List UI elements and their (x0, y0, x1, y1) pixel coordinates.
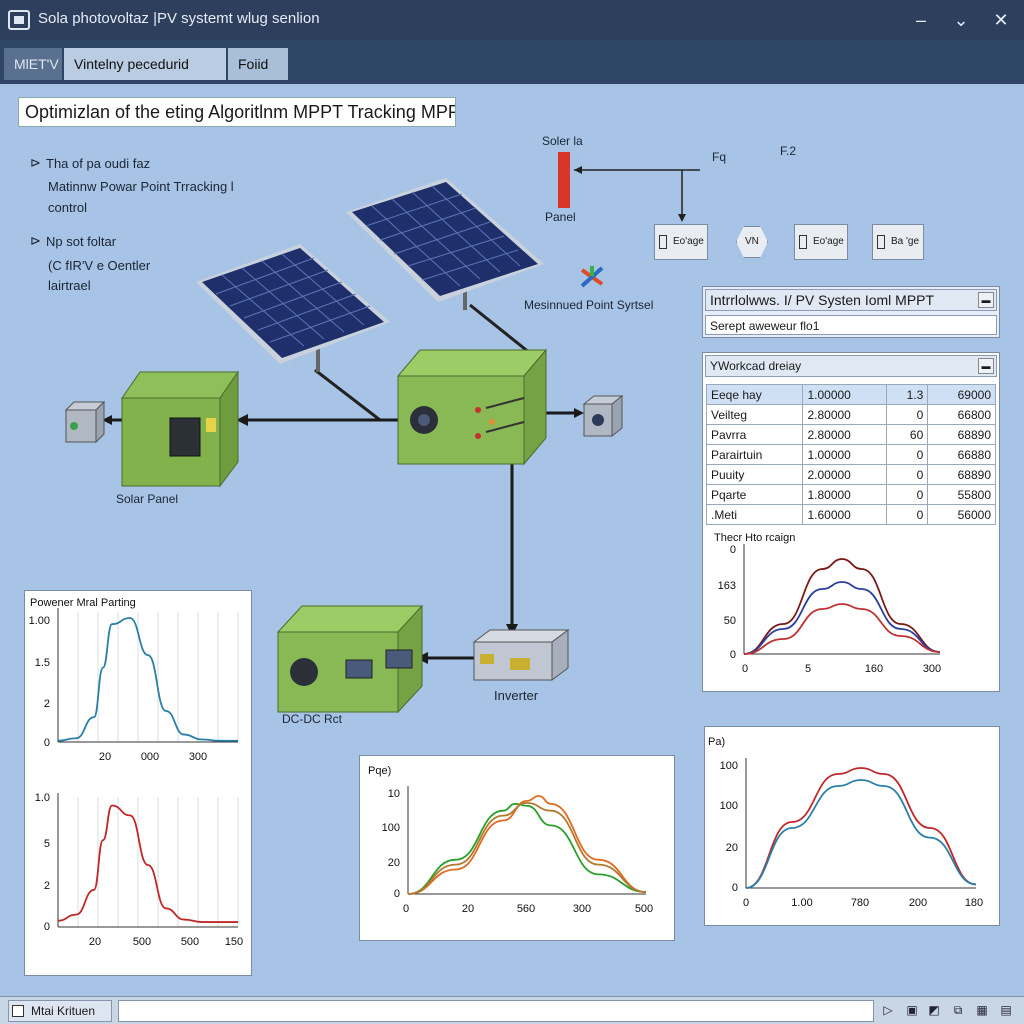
x-tick-label: 500 (133, 936, 151, 948)
series-line (407, 795, 647, 895)
x-tick-label: 300 (573, 903, 591, 915)
chart-title: Pqe) (368, 765, 391, 777)
y-tick-label: 0 (730, 544, 736, 556)
series-line (745, 767, 977, 889)
y-tick-label: 100 (720, 760, 738, 772)
image-icon[interactable]: ◩ (926, 1002, 942, 1018)
y-tick-label: 1.5 (35, 657, 50, 669)
x-tick-label: 000 (141, 751, 159, 763)
chart-3: Pqe) 10 100 20 00 20 560 300 500 (368, 765, 653, 915)
save-icon[interactable]: ▣ (904, 1002, 920, 1018)
y-tick-label: 50 (724, 615, 736, 627)
x-tick-label: 500 (181, 936, 199, 948)
y-tick-label: 5 (44, 838, 50, 850)
y-tick-label: 20 (388, 857, 400, 869)
chart-4: Pa)1001002000 1.00 780 200 180 (708, 736, 983, 909)
chart-0: Powener Mral Parting1.001.52020 000 300 (29, 597, 239, 763)
chart-1: 1.052020 500 500 150 (35, 792, 243, 948)
x-tick-label: 300 (189, 751, 207, 763)
x-tick-label: 20 (89, 936, 101, 948)
charts-layer: Powener Mral Parting1.001.52020 000 3001.0… (29, 532, 984, 948)
x-tick-label: 500 (635, 903, 653, 915)
y-tick-label: 0 (732, 882, 738, 894)
y-tick-label: 2 (44, 698, 50, 710)
tiles-icon[interactable]: ▦ (974, 1002, 990, 1018)
status-bar: Mtai Krituen ▷ ▣ ◩ ⧉ ▦ ▤ (0, 996, 1024, 1024)
x-tick-label: 780 (851, 897, 869, 909)
chart-2: Thecr Hto rcaign01635000 5 160 300 (714, 532, 941, 675)
chart-title: Powener Mral Parting (30, 597, 136, 609)
y-tick-label: 100 (720, 800, 738, 812)
x-tick-label: 5 (805, 663, 811, 675)
x-tick-label: 0 (403, 903, 409, 915)
status-icon (12, 1005, 24, 1017)
x-tick-label: 180 (965, 897, 983, 909)
y-tick-label: 20 (726, 842, 738, 854)
y-tick-label: 10 (388, 788, 400, 800)
y-tick-label: 1.0 (35, 792, 50, 804)
x-tick-label: 20 (99, 751, 111, 763)
series-line (57, 617, 238, 742)
x-tick-label: 20 (462, 903, 474, 915)
grid-icon[interactable]: ▤ (998, 1002, 1014, 1018)
series-line (743, 603, 941, 655)
x-tick-label: 1.00 (791, 897, 812, 909)
series-line (407, 802, 647, 895)
x-tick-label: 160 (865, 663, 883, 675)
y-tick-label: 163 (718, 580, 736, 592)
y-tick-label: 0 (44, 737, 50, 749)
chart-title: Pa) (708, 736, 725, 748)
x-tick-label: 200 (909, 897, 927, 909)
y-tick-label: 1.00 (29, 615, 50, 627)
series-line (407, 801, 647, 895)
y-tick-label: 0 (44, 921, 50, 933)
series-line (57, 804, 238, 923)
x-tick-label: 300 (923, 663, 941, 675)
command-input[interactable] (118, 1000, 874, 1022)
x-tick-label: 0 (742, 663, 748, 675)
y-tick-label: 2 (44, 880, 50, 892)
chart-title: Thecr Hto rcaign (714, 532, 795, 544)
y-tick-label: 100 (382, 822, 400, 834)
x-tick-label: 560 (517, 903, 535, 915)
x-tick-label: 0 (743, 897, 749, 909)
y-tick-label: 0 (730, 649, 736, 661)
series-line (743, 581, 941, 655)
play-icon[interactable]: ▷ (880, 1002, 896, 1018)
x-tick-label: 150 (225, 936, 243, 948)
window-icon[interactable]: ⧉ (950, 1002, 966, 1018)
y-tick-label: 0 (394, 888, 400, 900)
